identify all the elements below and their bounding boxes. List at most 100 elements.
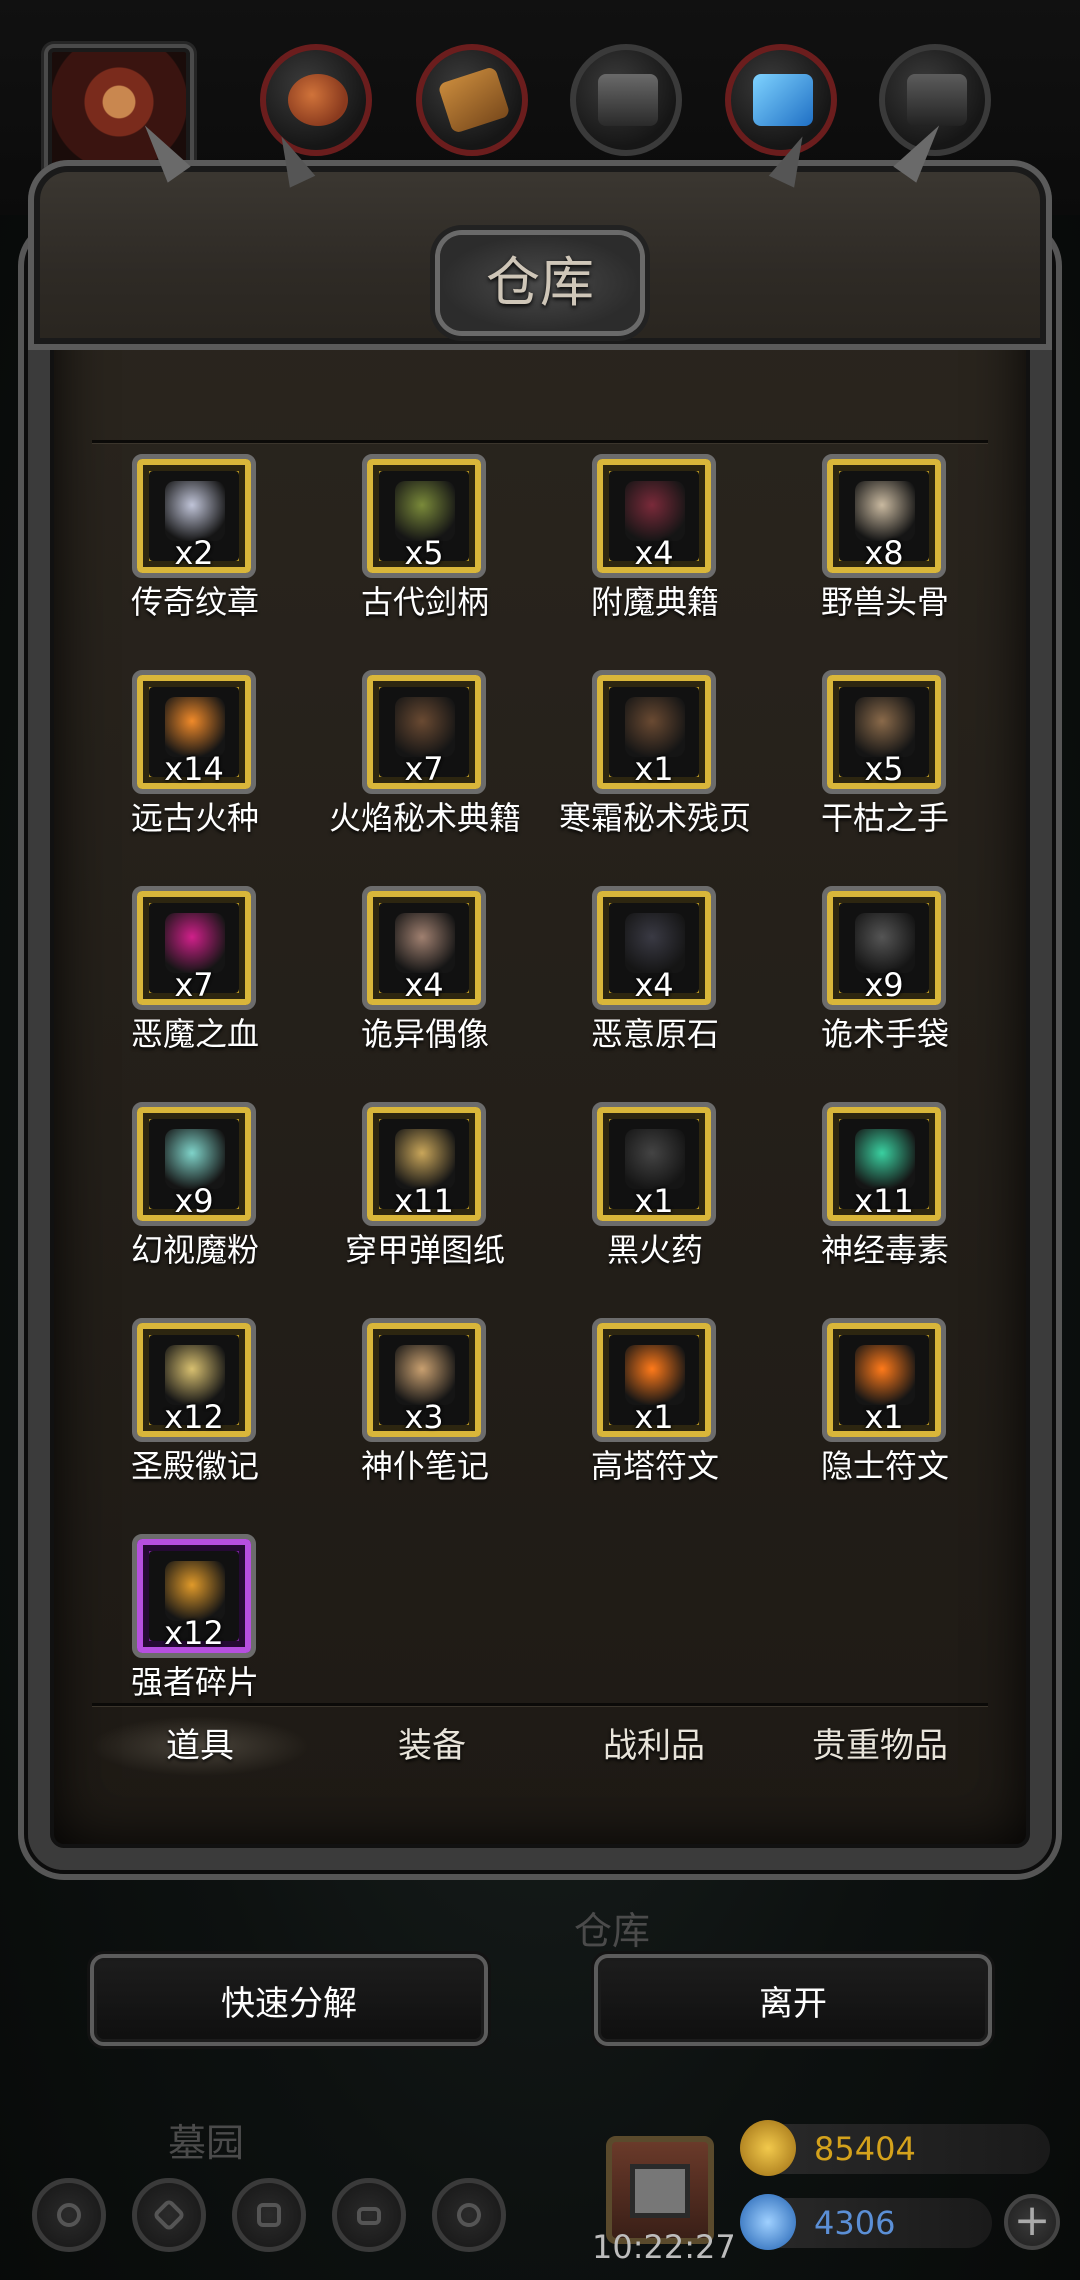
beast-skull-icon: [855, 481, 915, 541]
item-quantity: x4: [634, 966, 674, 1004]
quick-decompose-button[interactable]: 快速分解: [90, 1954, 488, 2046]
item-cell[interactable]: x8 野兽头骨: [770, 440, 1000, 640]
tab-loot[interactable]: 战利品: [544, 1716, 764, 1776]
item-quantity: x11: [394, 1182, 454, 1220]
item-name: 远古火种: [130, 799, 259, 837]
item-cell[interactable]: x14 远古火种: [80, 656, 310, 856]
magic-powder-icon: [165, 1129, 225, 1189]
item-name: 古代剑柄: [360, 583, 489, 621]
item-cell[interactable]: x5 古代剑柄: [310, 440, 540, 640]
item-cell[interactable]: x4 附魔典籍: [540, 440, 770, 640]
fire-seed-icon: [165, 697, 225, 757]
temple-emblem-icon: [165, 1345, 225, 1405]
item-cell[interactable]: x11 神经毒素: [770, 1088, 1000, 1288]
item-quantity: x8: [864, 534, 904, 572]
champion-shard-icon: [165, 1561, 225, 1621]
item-quantity: x2: [174, 534, 214, 572]
item-name: 干枯之手: [820, 799, 949, 837]
item-name: 附魔典籍: [590, 583, 719, 621]
item-cell[interactable]: x9 诡术手袋: [770, 872, 1000, 1072]
item-cell[interactable]: x1 隐士符文: [770, 1304, 1000, 1504]
mail-icon[interactable]: [332, 2178, 406, 2252]
frost-page-icon: [625, 697, 685, 757]
gem-icon: [740, 2194, 796, 2250]
trick-bag-icon: [855, 913, 915, 973]
star-icon[interactable]: [132, 2178, 206, 2252]
rune-icon[interactable]: [432, 2178, 506, 2252]
item-name: 圣殿徽记: [130, 1447, 259, 1485]
leave-button[interactable]: 离开: [594, 1954, 992, 2046]
item-name: 寒霜秘术残页: [558, 799, 751, 837]
tab-equipment[interactable]: 装备: [322, 1716, 542, 1776]
black-powder-icon: [625, 1129, 685, 1189]
chapter-icon[interactable]: [232, 2178, 306, 2252]
item-cell[interactable]: x1 高塔符文: [540, 1304, 770, 1504]
item-cell[interactable]: x3 神仆笔记: [310, 1304, 540, 1504]
item-quantity: x11: [854, 1182, 914, 1220]
item-name: 传奇纹章: [130, 583, 259, 621]
hermit-rune-icon: [855, 1345, 915, 1405]
item-cell[interactable]: x2 传奇纹章: [80, 440, 310, 640]
tab-items[interactable]: 道具: [90, 1716, 310, 1776]
item-quantity: x9: [174, 1182, 214, 1220]
item-quantity: x1: [634, 750, 674, 788]
gold-coin-icon: [740, 2120, 796, 2176]
neurotoxin-icon: [855, 1129, 915, 1189]
item-cell[interactable]: x7 恶魔之血: [80, 872, 310, 1072]
item-cell[interactable]: x1 黑火药: [540, 1088, 770, 1288]
item-quantity: x4: [404, 966, 444, 1004]
item-name: 诡异偶像: [360, 1015, 489, 1053]
item-cell[interactable]: x4 恶意原石: [540, 872, 770, 1072]
item-quantity: x7: [404, 750, 444, 788]
item-name: 隐士符文: [820, 1447, 949, 1485]
item-cell[interactable]: x9 幻视魔粉: [80, 1088, 310, 1288]
crystal-icon: [725, 44, 837, 156]
item-name: 强者碎片: [130, 1663, 259, 1701]
blueprint-scroll-icon: [395, 1129, 455, 1189]
item-name: 神经毒素: [820, 1231, 949, 1269]
item-cell[interactable]: x11 穿甲弹图纸: [310, 1088, 540, 1288]
malice-ore-icon: [625, 913, 685, 973]
item-quantity: x3: [404, 1398, 444, 1436]
wood-icon: [416, 44, 528, 156]
item-quantity: x7: [174, 966, 214, 1004]
item-quantity: x1: [864, 1398, 904, 1436]
withered-hand-icon: [855, 697, 915, 757]
gem-amount: 4306: [814, 2204, 896, 2242]
item-cell[interactable]: x7 火焰秘术典籍: [310, 656, 540, 856]
item-quantity: x5: [864, 750, 904, 788]
add-currency-button[interactable]: +: [1004, 2194, 1060, 2250]
item-name: 火焰秘术典籍: [328, 799, 521, 837]
item-quantity: x12: [164, 1398, 224, 1436]
sword-hilt-icon: [395, 481, 455, 541]
item-cell[interactable]: x12 强者碎片: [80, 1520, 310, 1720]
item-quantity: x5: [404, 534, 444, 572]
item-name: 恶意原石: [590, 1015, 719, 1053]
enchant-book-icon: [625, 481, 685, 541]
item-name: 神仆笔记: [360, 1447, 489, 1485]
item-cell[interactable]: x12 圣殿徽记: [80, 1304, 310, 1504]
item-name: 高塔符文: [590, 1447, 719, 1485]
item-quantity: x4: [634, 534, 674, 572]
item-name: 穿甲弹图纸: [344, 1231, 505, 1269]
item-quantity: x12: [164, 1614, 224, 1652]
demon-blood-icon: [165, 913, 225, 973]
item-cell[interactable]: x4 诡异偶像: [310, 872, 540, 1072]
tab-valuables[interactable]: 贵重物品: [770, 1716, 990, 1776]
building-label-cemetery: 墓园: [168, 2121, 245, 2165]
item-cell[interactable]: x5 干枯之手: [770, 656, 1000, 856]
item-quantity: x14: [164, 750, 224, 788]
gem-counter: 4306: [740, 2194, 992, 2250]
item-name: 恶魔之血: [130, 1015, 259, 1053]
tower-rune-icon: [625, 1345, 685, 1405]
iron-icon: [570, 44, 682, 156]
building-label-warehouse: 仓库: [574, 1909, 651, 1953]
servant-notes-icon: [395, 1345, 455, 1405]
item-cell[interactable]: x1 寒霜秘术残页: [540, 656, 770, 856]
item-name: 黑火药: [606, 1231, 703, 1269]
settings-icon[interactable]: [32, 2178, 106, 2252]
item-name: 诡术手袋: [820, 1015, 949, 1053]
divider: [92, 1703, 988, 1706]
item-name: 幻视魔粉: [130, 1231, 259, 1269]
panel-title: 仓库: [440, 235, 640, 331]
